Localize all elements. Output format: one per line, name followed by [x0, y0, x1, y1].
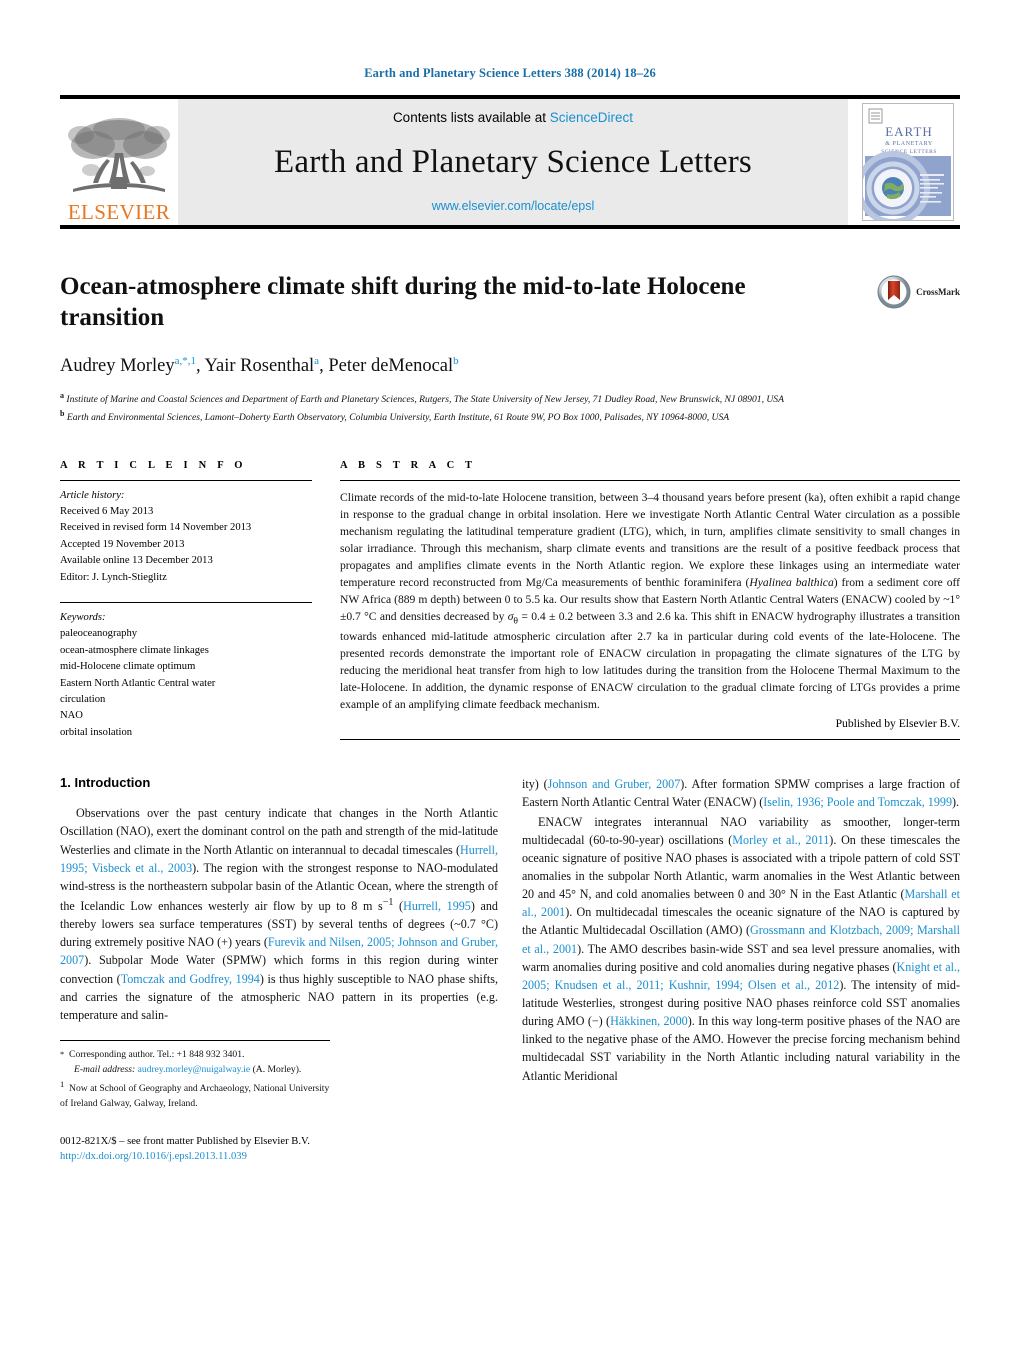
footnote-email[interactable]: E-mail address: audrey.morley@nuigalway.…	[60, 1062, 330, 1077]
body-column-right: ity) (Johnson and Gruber, 2007). After f…	[522, 775, 960, 1165]
footnote-corresponding-author: * Corresponding author. Tel.: +1 848 932…	[60, 1049, 245, 1060]
affiliation-b: b Earth and Environmental Sciences, Lamo…	[60, 408, 730, 424]
abstract-heading: A B S T R A C T	[340, 459, 477, 471]
journal-cover-container: EARTH & PLANETARY SCIENCE LETTERS	[856, 99, 960, 225]
keyword-item: orbital insolation	[60, 726, 133, 738]
body-column-left: 1. Introduction Observations over the pa…	[60, 775, 498, 1165]
keywords-group: Keywords: paleoceanography ocean-atmosph…	[60, 602, 312, 749]
contents-panel: Contents lists available at ScienceDirec…	[178, 99, 848, 225]
crossmark-label: CrossMark	[916, 287, 960, 297]
author-list: Audrey Morleya,*,1, Yair Rosenthala, Pet…	[60, 355, 459, 377]
article-history-label: Article history:	[60, 489, 125, 501]
article-page: Earth and Planetary Science Letters 388 …	[0, 0, 1020, 1351]
keyword-item: ocean-atmosphere climate linkages	[60, 644, 209, 656]
footnote-region: * Corresponding author. Tel.: +1 848 932…	[60, 1040, 498, 1165]
abstract-text: Climate records of the mid-to-late Holoc…	[340, 490, 961, 712]
journal-url-link[interactable]: www.elsevier.com/locate/epsl	[432, 199, 595, 213]
history-item: Available online 13 December 2013	[60, 555, 213, 567]
affiliation-a: a Institute of Marine and Coastal Scienc…	[60, 391, 784, 406]
keyword-item: mid-Holocene climate optimum	[60, 661, 196, 673]
keyword-item: paleoceanography	[60, 628, 138, 640]
cover-artwork-icon: EARTH & PLANETARY SCIENCE LETTERS	[863, 104, 953, 220]
elsevier-logo: ELSEVIER	[60, 99, 178, 225]
page-title: Ocean-atmosphere climate shift during th…	[60, 273, 746, 331]
sciencedirect-link[interactable]: ScienceDirect	[550, 110, 633, 125]
history-item: Editor: J. Lynch-Stieglitz	[60, 571, 167, 583]
contents-available-line: Contents lists available at ScienceDirec…	[393, 110, 633, 125]
elsevier-tree-icon	[68, 118, 170, 192]
affiliations: a Institute of Marine and Coastal Scienc…	[60, 390, 860, 425]
journal-cover-thumbnail: EARTH & PLANETARY SCIENCE LETTERS	[862, 103, 954, 221]
published-by: Published by Elsevier B.V.	[835, 717, 960, 731]
paragraph: ity) (Johnson and Gruber, 2007). After f…	[522, 777, 961, 810]
affiliation-a-text: Institute of Marine and Coastal Sciences…	[66, 394, 784, 406]
footnotes: * Corresponding author. Tel.: +1 848 932…	[60, 1040, 330, 1112]
keyword-item: circulation	[60, 694, 106, 706]
title-block: CrossMark Ocean-atmosphere climate shift…	[60, 271, 960, 426]
article-history-group: Article history: Received 6 May 2013 Rec…	[60, 481, 312, 594]
history-item: Received in revised form 14 November 201…	[60, 522, 252, 534]
doi-link[interactable]: http://dx.doi.org/10.1016/j.epsl.2013.11…	[60, 1149, 498, 1165]
article-info-heading: A R T I C L E I N F O	[60, 459, 247, 471]
section-heading-introduction: 1. Introduction	[60, 775, 151, 791]
journal-title: Earth and Planetary Science Letters	[274, 143, 752, 180]
running-head: Earth and Planetary Science Letters 388 …	[364, 66, 656, 80]
svg-text:& PLANETARY: & PLANETARY	[885, 141, 933, 147]
paragraph: ENACW integrates interannual NAO variabi…	[522, 814, 961, 1083]
divider	[340, 739, 960, 741]
keywords-label: Keywords:	[60, 612, 106, 624]
keyword-item: NAO	[60, 710, 83, 722]
history-item: Received 6 May 2013	[60, 506, 154, 517]
article-info-column: A R T I C L E I N F O Article history: R…	[60, 460, 312, 750]
affiliation-b-text: Earth and Environmental Sciences, Lamont…	[66, 412, 730, 424]
paragraph: Observations over the past century indic…	[60, 806, 498, 1022]
issn-line: 0012-821X/$ – see front matter Published…	[60, 1135, 310, 1147]
history-item: Accepted 19 November 2013	[60, 538, 185, 550]
contents-label: Contents lists available at	[392, 110, 550, 125]
keyword-item: Eastern North Atlantic Central water	[60, 677, 216, 689]
abstract-column: A B S T R A C T Climate records of the m…	[340, 460, 960, 750]
elsevier-wordmark: ELSEVIER	[67, 200, 171, 224]
body-columns: 1. Introduction Observations over the pa…	[60, 775, 960, 1165]
svg-text:EARTH: EARTH	[885, 124, 933, 139]
issn-block: 0012-821X/$ – see front matter Published…	[60, 1134, 498, 1166]
crossmark-icon	[877, 275, 911, 309]
journal-masthead: ELSEVIER Contents lists available at Sci…	[60, 95, 960, 229]
info-abstract-region: A R T I C L E I N F O Article history: R…	[60, 460, 960, 750]
footnote-present-address: 1 Now at School of Geography and Archaeo…	[60, 1078, 330, 1110]
crossmark-badge[interactable]: CrossMark	[877, 275, 960, 309]
